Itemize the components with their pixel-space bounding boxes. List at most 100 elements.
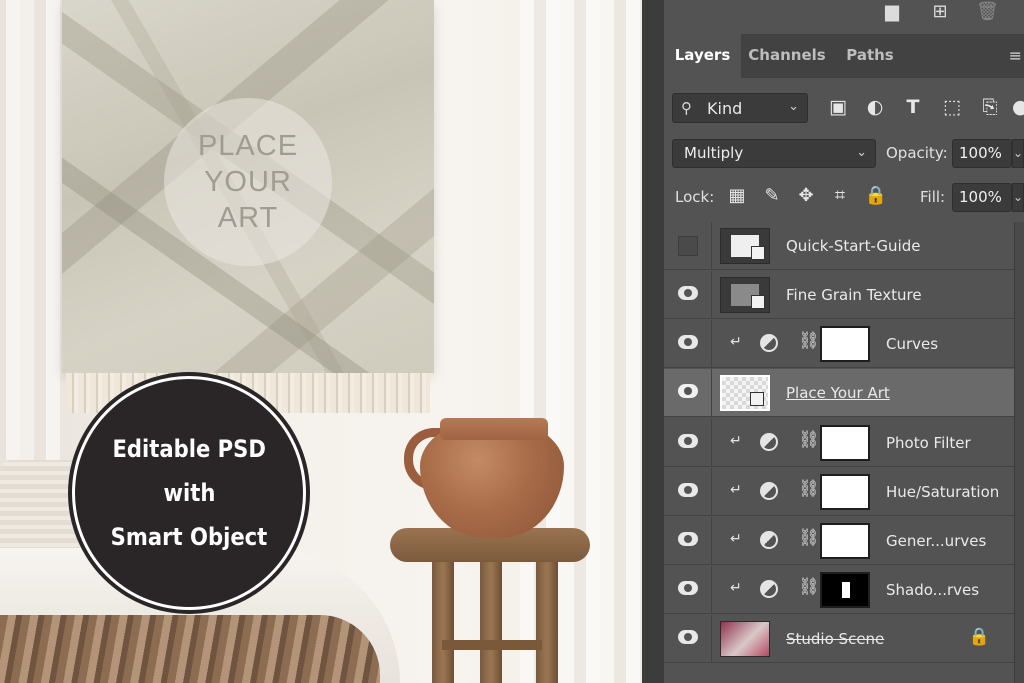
visibility-toggle[interactable] — [664, 320, 712, 368]
blend-mode-select[interactable]: Multiply ⌄ — [672, 139, 876, 168]
panel-gutter — [642, 0, 664, 683]
visibility-toggle[interactable] — [664, 419, 712, 467]
chevron-down-icon: ⌄ — [788, 99, 799, 114]
opacity-label: Opacity: — [886, 144, 948, 162]
lock-transparent-pixels-icon[interactable]: ▦ — [725, 184, 749, 208]
trash-icon[interactable]: 🗑 — [976, 2, 999, 22]
link-icon[interactable]: ⛓ — [798, 577, 820, 597]
stool-ring — [442, 640, 542, 650]
badge-line2: with — [163, 479, 215, 507]
visibility-toggle[interactable] — [664, 369, 712, 417]
link-icon[interactable]: ⛓ — [798, 331, 820, 351]
type-filter-icon[interactable]: T — [901, 95, 925, 119]
eye-icon — [678, 434, 698, 448]
layer-name[interactable]: Quick-Start-Guide — [786, 237, 920, 255]
tab-channels[interactable]: Channels — [744, 34, 830, 78]
place-your-art-circle: PLACE YOUR ART — [164, 98, 332, 266]
smart-object-filter-icon[interactable]: ⎘ — [978, 95, 1002, 119]
layer-mask-thumbnail[interactable] — [820, 474, 870, 510]
panel-tabs: Layers Channels Paths ≡ — [664, 34, 1024, 78]
art-text-line1: PLACE — [197, 130, 299, 162]
clipping-arrow-icon: ↵ — [730, 334, 742, 350]
search-icon: ⚲ — [681, 99, 692, 117]
layer-row[interactable]: Fine Grain Texture — [664, 271, 1014, 319]
link-icon[interactable]: ⛓ — [798, 430, 820, 450]
lock-image-pixels-icon[interactable]: ✎ — [760, 184, 784, 208]
visibility-toggle[interactable] — [664, 271, 712, 319]
blend-mode-value: Multiply — [684, 144, 744, 162]
lock-all-icon[interactable]: 🔒 — [864, 184, 888, 208]
layer-row[interactable]: ↵ ⛓ Gener...urves — [664, 517, 1014, 565]
adjustment-layer-icon — [760, 580, 778, 598]
tab-paths[interactable]: Paths — [834, 34, 906, 78]
filter-kind-select[interactable]: ⚲ Kind ⌄ — [672, 93, 808, 123]
adjustment-layer-icon — [760, 531, 778, 549]
layer-row[interactable]: Studio Scene 🔒 — [664, 615, 1014, 663]
layer-mask-thumbnail[interactable] — [820, 326, 870, 362]
adjustment-layer-icon — [760, 334, 778, 352]
lock-icon: 🔒 — [968, 627, 990, 647]
filter-kind-label: Kind — [707, 99, 743, 118]
layer-thumbnail — [720, 621, 770, 657]
layer-name[interactable]: Place Your Art — [786, 384, 890, 402]
blanket — [0, 615, 380, 683]
image-filter-icon[interactable]: ▣ — [826, 95, 850, 119]
stool-leg — [480, 560, 502, 683]
layer-row[interactable]: Quick-Start-Guide — [664, 222, 1014, 270]
layer-row[interactable]: ↵ ⛓ Photo Filter — [664, 419, 1014, 467]
layers-scrollbar[interactable] — [1014, 222, 1024, 683]
layer-thumbnail — [720, 228, 770, 264]
layer-name[interactable]: Shado...rves — [886, 581, 979, 599]
opacity-dropdown[interactable]: ⌄ — [1012, 139, 1024, 168]
link-icon[interactable]: ⛓ — [798, 479, 820, 499]
layer-row[interactable]: ↵ ⛓ Shado...rves — [664, 566, 1014, 614]
link-icon[interactable]: ⛓ — [798, 528, 820, 548]
layer-row[interactable]: ↵ ⛓ Hue/Saturation — [664, 468, 1014, 516]
layer-name[interactable]: Photo Filter — [886, 434, 971, 452]
fill-dropdown[interactable]: ⌄ — [1012, 183, 1024, 212]
eye-icon — [678, 335, 698, 349]
new-layer-icon[interactable]: ⊞ — [930, 2, 950, 22]
panel-menu-icon[interactable]: ≡ — [1009, 46, 1022, 65]
layer-name[interactable]: Fine Grain Texture — [786, 286, 922, 304]
layer-mask-thumbnail[interactable] — [820, 523, 870, 559]
layers-panel: ▆ ⊞ 🗑 Layers Channels Paths ≡ ⚲ Kind ⌄ ▣… — [664, 0, 1024, 683]
clipping-arrow-icon: ↵ — [730, 580, 742, 596]
folder-icon[interactable]: ▆ — [882, 2, 902, 22]
layer-mask-thumbnail[interactable] — [820, 425, 870, 461]
adjustment-layer-icon — [760, 482, 778, 500]
visibility-toggle[interactable] — [664, 615, 712, 663]
shape-filter-icon[interactable]: ⬚ — [940, 95, 964, 119]
layer-row-selected[interactable]: Place Your Art — [664, 369, 1014, 417]
layer-name[interactable]: Curves — [886, 335, 938, 353]
jug-neck — [440, 418, 548, 440]
visibility-toggle[interactable] — [664, 468, 712, 516]
clipping-arrow-icon: ↵ — [730, 433, 742, 449]
fill-field[interactable]: 100% — [952, 183, 1012, 212]
visibility-toggle[interactable] — [664, 517, 712, 565]
eye-icon — [678, 384, 698, 398]
clipping-arrow-icon: ↵ — [730, 482, 742, 498]
adjustment-layer-icon — [760, 433, 778, 451]
smart-object-icon — [751, 295, 765, 309]
filter-toggle-icon[interactable]: ● — [1012, 95, 1024, 119]
layer-name[interactable]: Gener...urves — [886, 532, 986, 550]
stool-leg — [432, 560, 454, 683]
layer-row[interactable]: ↵ ⛓ Curves — [664, 320, 1014, 368]
eye-icon — [678, 483, 698, 497]
smart-object-icon — [751, 246, 765, 260]
lock-artboard-icon[interactable]: ⌗ — [828, 184, 852, 208]
opacity-field[interactable]: 100% — [952, 139, 1012, 168]
layer-mask-thumbnail[interactable] — [820, 572, 870, 608]
tab-layers[interactable]: Layers — [664, 34, 741, 78]
art-text-line2: YOUR — [204, 166, 292, 198]
layer-thumbnail — [720, 277, 770, 313]
layer-name[interactable]: Hue/Saturation — [886, 483, 999, 501]
panel-top-toolbar: ▆ ⊞ 🗑 — [664, 0, 1024, 24]
layer-name[interactable]: Studio Scene — [786, 630, 884, 648]
visibility-toggle[interactable] — [664, 566, 712, 614]
lock-position-icon[interactable]: ✥ — [794, 184, 818, 208]
eye-icon — [678, 532, 698, 546]
visibility-toggle[interactable] — [664, 222, 712, 270]
adjustment-filter-icon[interactable]: ◐ — [863, 95, 887, 119]
